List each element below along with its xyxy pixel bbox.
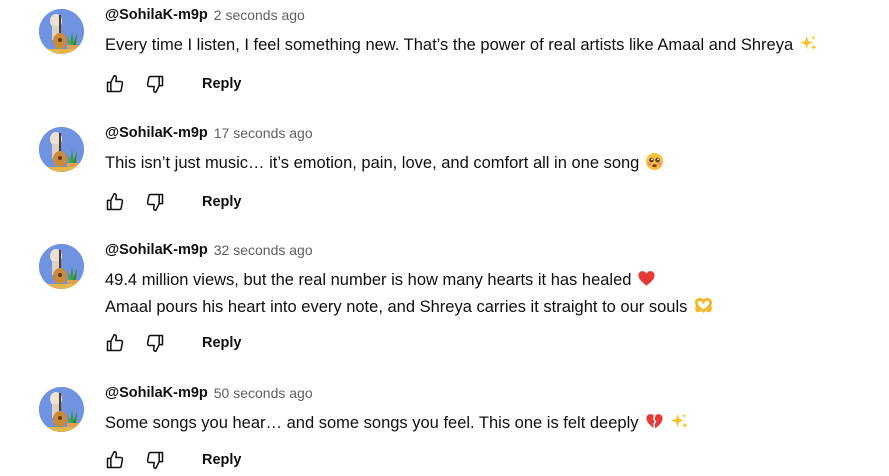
comment-body: @SohilaK-m9p 17 seconds ago This isn’t j… [105,122,879,178]
comment-text-line-1: 49.4 million views, but the real number … [105,268,879,295]
avatar-guitar-icon [39,244,84,289]
comment-text-line: Every time I listen, I feel something ne… [105,36,794,54]
thumbs-down-icon [146,193,164,212]
reply-button[interactable]: Reply [202,452,242,468]
like-button[interactable] [105,192,125,212]
avatar-guitar-icon [39,387,84,432]
dislike-button[interactable] [145,74,165,94]
thumbs-up-icon [106,192,124,211]
comment-header: @SohilaK-m9p 32 seconds ago [105,239,879,261]
comment-text: This isn’t just music… it’s emotion, pai… [105,151,879,178]
avatar[interactable] [39,9,84,54]
comment-author[interactable]: @SohilaK-m9p [105,7,208,23]
comment-actions: Reply [105,448,242,472]
reply-button[interactable]: Reply [202,194,242,210]
sparkles-emoji [670,412,689,438]
comment-author[interactable]: @SohilaK-m9p [105,125,208,141]
dislike-button[interactable] [145,333,165,353]
thumbs-up-icon [106,74,124,93]
comment-header: @SohilaK-m9p 2 seconds ago [105,4,879,26]
comment-text-line: 49.4 million views, but the real number … [105,271,632,289]
avatar[interactable] [39,244,84,289]
reply-button[interactable]: Reply [202,76,242,92]
dislike-button[interactable] [145,192,165,212]
comment-text-line-2: Amaal pours his heart into every note, a… [105,295,879,322]
dislike-button[interactable] [145,450,165,470]
thumbs-up-icon [106,450,124,469]
comment-body: @SohilaK-m9p 32 seconds ago 49.4 million… [105,239,879,322]
comment-author[interactable]: @SohilaK-m9p [105,242,208,258]
thumbs-down-icon [146,75,164,94]
comment-timestamp[interactable]: 2 seconds ago [214,7,305,23]
comment-timestamp[interactable]: 17 seconds ago [214,125,313,141]
thumbs-down-icon [146,451,164,470]
thumbs-up-icon [106,333,124,352]
comment-text: Every time I listen, I feel something ne… [105,33,879,60]
comment-body: @SohilaK-m9p 50 seconds ago Some songs y… [105,382,879,438]
comment-text-line: Some songs you hear… and some songs you … [105,414,639,432]
sparkles-emoji [799,34,818,60]
comment-timestamp[interactable]: 50 seconds ago [214,385,313,401]
comment-body: @SohilaK-m9p 2 seconds ago Every time I … [105,4,879,60]
like-button[interactable] [105,74,125,94]
heart-hands-emoji [693,296,714,322]
comment-text-line: This isn’t just music… it’s emotion, pai… [105,154,640,172]
avatar-guitar-icon [39,9,84,54]
comment-header: @SohilaK-m9p 17 seconds ago [105,122,879,144]
comment-text: Some songs you hear… and some songs you … [105,411,879,438]
comment-header: @SohilaK-m9p 50 seconds ago [105,382,879,404]
like-button[interactable] [105,450,125,470]
comment-text-line: Amaal pours his heart into every note, a… [105,298,688,316]
comments-list: @SohilaK-m9p 2 seconds ago Every time I … [0,0,889,476]
crying-face-emoji [645,152,664,178]
comment-actions: Reply [105,72,242,96]
reply-button[interactable]: Reply [202,335,242,351]
red-heart-emoji [637,269,656,295]
avatar-guitar-icon [39,127,84,172]
comment-text: 49.4 million views, but the real number … [105,268,879,322]
thumbs-down-icon [146,334,164,353]
comment-timestamp[interactable]: 32 seconds ago [214,242,313,258]
comment-actions: Reply [105,331,242,355]
comment-author[interactable]: @SohilaK-m9p [105,385,208,401]
avatar[interactable] [39,127,84,172]
broken-heart-emoji [645,412,664,438]
like-button[interactable] [105,333,125,353]
comment-actions: Reply [105,190,242,214]
avatar[interactable] [39,387,84,432]
